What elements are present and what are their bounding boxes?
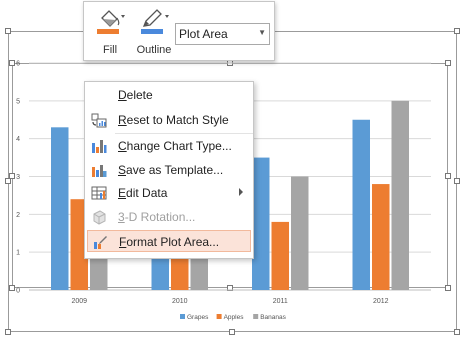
bar-grapes-2009 <box>51 127 69 290</box>
menu-item-3d-rotation: 3-D Rotation... <box>87 206 251 228</box>
menu-item-format-plot-area[interactable]: Format Plot Area... <box>87 230 251 252</box>
chart-element-select[interactable]: Plot Area ▼ <box>175 23 270 45</box>
y-tick-label: 4 <box>16 136 20 143</box>
menu-item-label: Delete <box>118 88 153 102</box>
x-tick-label: 2009 <box>71 298 87 305</box>
y-tick-label: 0 <box>16 288 20 295</box>
menu-item-save-template[interactable]: Save as Template... <box>87 159 251 181</box>
legend-swatch-apples <box>216 314 222 319</box>
menu-item-change-chart-type[interactable]: Change Chart Type... <box>87 135 251 157</box>
bar-grapes-2011 <box>252 157 270 290</box>
outline-button[interactable]: Outline <box>132 6 176 58</box>
rotation-icon <box>93 210 106 225</box>
legend-swatch-bananas <box>253 314 259 319</box>
chevron-down-icon[interactable]: ▼ <box>258 28 266 37</box>
save-template-icon <box>92 165 107 177</box>
mini-format-toolbar: Fill Outline Plot Area ▼ <box>83 1 275 61</box>
outline-label: Outline <box>136 44 172 56</box>
menu-item-label: 3-D Rotation... <box>118 210 196 224</box>
outline-color-swatch <box>141 29 163 34</box>
x-tick-label: 2012 <box>373 298 389 305</box>
y-tick-label: 3 <box>16 174 20 181</box>
reset-style-icon <box>91 113 107 128</box>
legend-label-bananas: Bananas <box>260 314 286 321</box>
menu-item-label: Change Chart Type... <box>118 139 232 153</box>
submenu-arrow-icon <box>239 188 243 196</box>
pen-icon <box>141 9 169 34</box>
y-tick-label: 1 <box>16 250 20 257</box>
delete-icon <box>91 87 107 103</box>
menu-item-delete[interactable]: Delete <box>87 84 251 106</box>
menu-item-label: Edit Data <box>118 186 168 200</box>
paint-bucket-icon <box>97 10 125 34</box>
context-menu: Delete Reset to Match Style Change Chart… <box>84 81 254 259</box>
menu-item-label: Reset to Match Style <box>118 113 229 127</box>
y-tick-label: 5 <box>16 98 20 105</box>
menu-item-reset-style[interactable]: Reset to Match Style <box>87 109 251 131</box>
menu-item-label: Format Plot Area... <box>119 235 220 249</box>
x-tick-label: 2010 <box>172 298 188 305</box>
chart-type-icon <box>92 140 107 153</box>
menu-item-edit-data[interactable]: Edit Data <box>87 182 251 204</box>
fill-color-swatch <box>97 29 119 34</box>
bar-bananas-2011 <box>291 176 309 290</box>
x-tick-label: 2011 <box>273 298 288 305</box>
bar-bananas-2012 <box>391 100 409 290</box>
legend-swatch-grapes <box>180 314 185 319</box>
fill-button[interactable]: Fill <box>88 6 132 58</box>
bar-grapes-2012 <box>352 119 370 290</box>
bar-apples-2012 <box>372 184 390 290</box>
format-icon <box>94 236 107 249</box>
legend-label-apples: Apples <box>224 314 245 321</box>
y-tick-label: 6 <box>16 61 20 68</box>
y-tick-label: 2 <box>16 212 20 219</box>
menu-item-label: Save as Template... <box>118 163 224 177</box>
chart-element-value: Plot Area <box>179 27 228 41</box>
edit-data-icon <box>91 186 107 200</box>
menu-separator <box>115 133 253 134</box>
bar-apples-2011 <box>271 221 289 290</box>
fill-label: Fill <box>102 44 118 56</box>
legend-label-grapes: Grapes <box>187 314 209 321</box>
